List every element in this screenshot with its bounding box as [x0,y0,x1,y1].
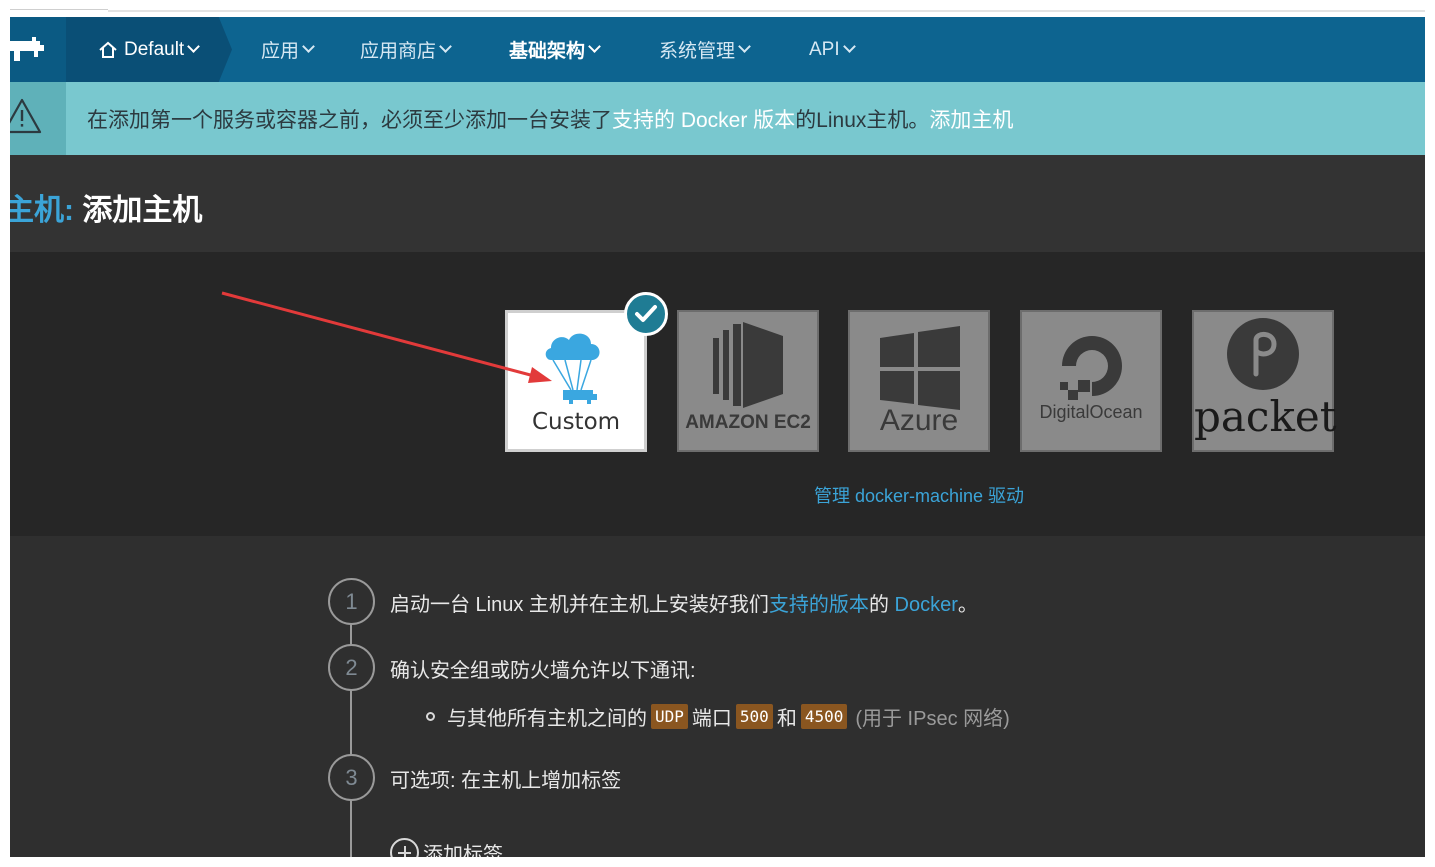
environment-name: Default [124,38,185,60]
top-navbar: Default 应用 应用商店 基础架构 系统管理 API [10,17,1425,82]
nav-apps[interactable]: 应用 [261,17,315,82]
chevron-down-icon [738,40,751,53]
window-edge [108,10,1425,12]
rancher-cow-icon [10,37,44,61]
environment-selector[interactable]: Default [66,17,232,82]
warning-text-end: 的Linux主机。 [795,108,930,132]
rancher-logo[interactable] [10,17,66,82]
chevron-down-icon [842,40,856,53]
breadcrumb-hosts[interactable]: 主机: [10,194,74,227]
app-window: Default 应用 应用商店 基础架构 系统管理 API 在添加第一个服务或容… [10,17,1425,857]
chevron-down-icon [302,40,315,53]
window-edge [10,9,108,10]
custom-host-steps: 1 启动一台 Linux 主机并在主机上安装好我们支持的版本的 Docker。 … [10,536,1425,857]
step-1-text-part: 。 [957,594,978,616]
nav-apps-label: 应用 [261,41,300,62]
port-text: 与其他所有主机之间的 [447,708,647,730]
driver-amazon-ec2[interactable]: AMAZON EC2 [677,310,819,452]
supported-versions-link[interactable]: 支持的版本 [769,594,869,616]
driver-amazon-ec2-label: AMAZON EC2 [685,412,811,433]
code-port-500: 500 [735,704,773,729]
nav-admin-label: 系统管理 [659,41,736,62]
step-1-text-part: 启动一台 Linux 主机并在主机上安装好我们 [390,594,769,616]
step-2-port-requirement: 与其他所有主机之间的 UDP 端口 500 和 4500 (用于 IPsec 网… [426,702,1010,731]
add-host-link[interactable]: 添加主机 [929,104,1013,134]
driver-custom[interactable]: Custom [505,310,647,452]
driver-digitalocean-label: DigitalOcean [1039,402,1143,422]
home-icon [99,41,117,58]
add-label-text: 添加标签 [423,844,503,857]
nav-api-label: API [809,38,840,60]
step-1-text: 启动一台 Linux 主机并在主机上安装好我们支持的版本的 Docker。 [390,588,978,617]
digitalocean-icon [1060,336,1122,400]
driver-custom-label: Custom [531,409,621,435]
step-2-number: 2 [328,644,375,691]
code-port-4500: 4500 [800,704,848,729]
page-title: 主机: 添加主机 [10,185,202,229]
driver-azure-label: Azure [879,404,959,437]
docker-link[interactable]: Docker [895,594,958,616]
supported-docker-link[interactable]: 支持的 Docker 版本 [612,104,795,134]
warning-icon [10,98,42,134]
page-title-text: 添加主机 [82,194,203,227]
machine-driver-panel: Custom AMAZON EC2 Azure DigitalOcean pac… [10,252,1425,536]
add-label-button[interactable]: 添加标签 [390,838,503,857]
nav-admin[interactable]: 系统管理 [659,17,751,82]
chevron-down-icon [588,40,601,53]
warning-banner: 在添加第一个服务或容器之前，必须至少添加一台安装了 支持的 Docker 版本 的… [10,82,1425,155]
nav-infrastructure[interactable]: 基础架构 [509,17,601,82]
driver-azure[interactable]: Azure [848,310,990,452]
step-1-text-part: 的 [868,594,895,616]
port-text: 端口 [691,708,732,730]
step-3-number: 3 [328,754,375,801]
warning-text: 在添加第一个服务或容器之前，必须至少添加一台安装了 [87,108,612,132]
bullet-icon [426,712,435,721]
chevron-down-icon [439,40,452,53]
page-header: 主机: 添加主机 [10,155,1425,252]
chevron-down-icon [187,40,201,53]
driver-packet-label: packet [1194,392,1337,441]
plus-circle-icon [390,838,419,857]
warning-icon-box [10,82,66,155]
selected-check-icon [624,292,668,336]
port-text: 和 [776,708,797,730]
step-2-text: 确认安全组或防火墙允许以下通讯: [390,660,696,682]
step-1-number: 1 [328,578,375,625]
warning-message: 在添加第一个服务或容器之前，必须至少添加一台安装了 支持的 Docker 版本 的… [87,82,1013,155]
nav-infrastructure-label: 基础架构 [509,41,586,62]
ipsec-note: (用于 IPsec 网络) [855,708,1010,730]
driver-packet[interactable]: packet [1192,310,1337,452]
manage-drivers-link[interactable]: 管理 docker-machine 驱动 [814,482,1024,508]
code-udp: UDP [651,704,688,729]
driver-digitalocean[interactable]: DigitalOcean [1020,310,1162,452]
nav-api[interactable]: API [809,17,856,82]
step-3-text: 可选项: 在主机上增加标签 [390,770,622,792]
nav-catalog[interactable]: 应用商店 [360,17,452,82]
nav-catalog-label: 应用商店 [360,41,437,62]
